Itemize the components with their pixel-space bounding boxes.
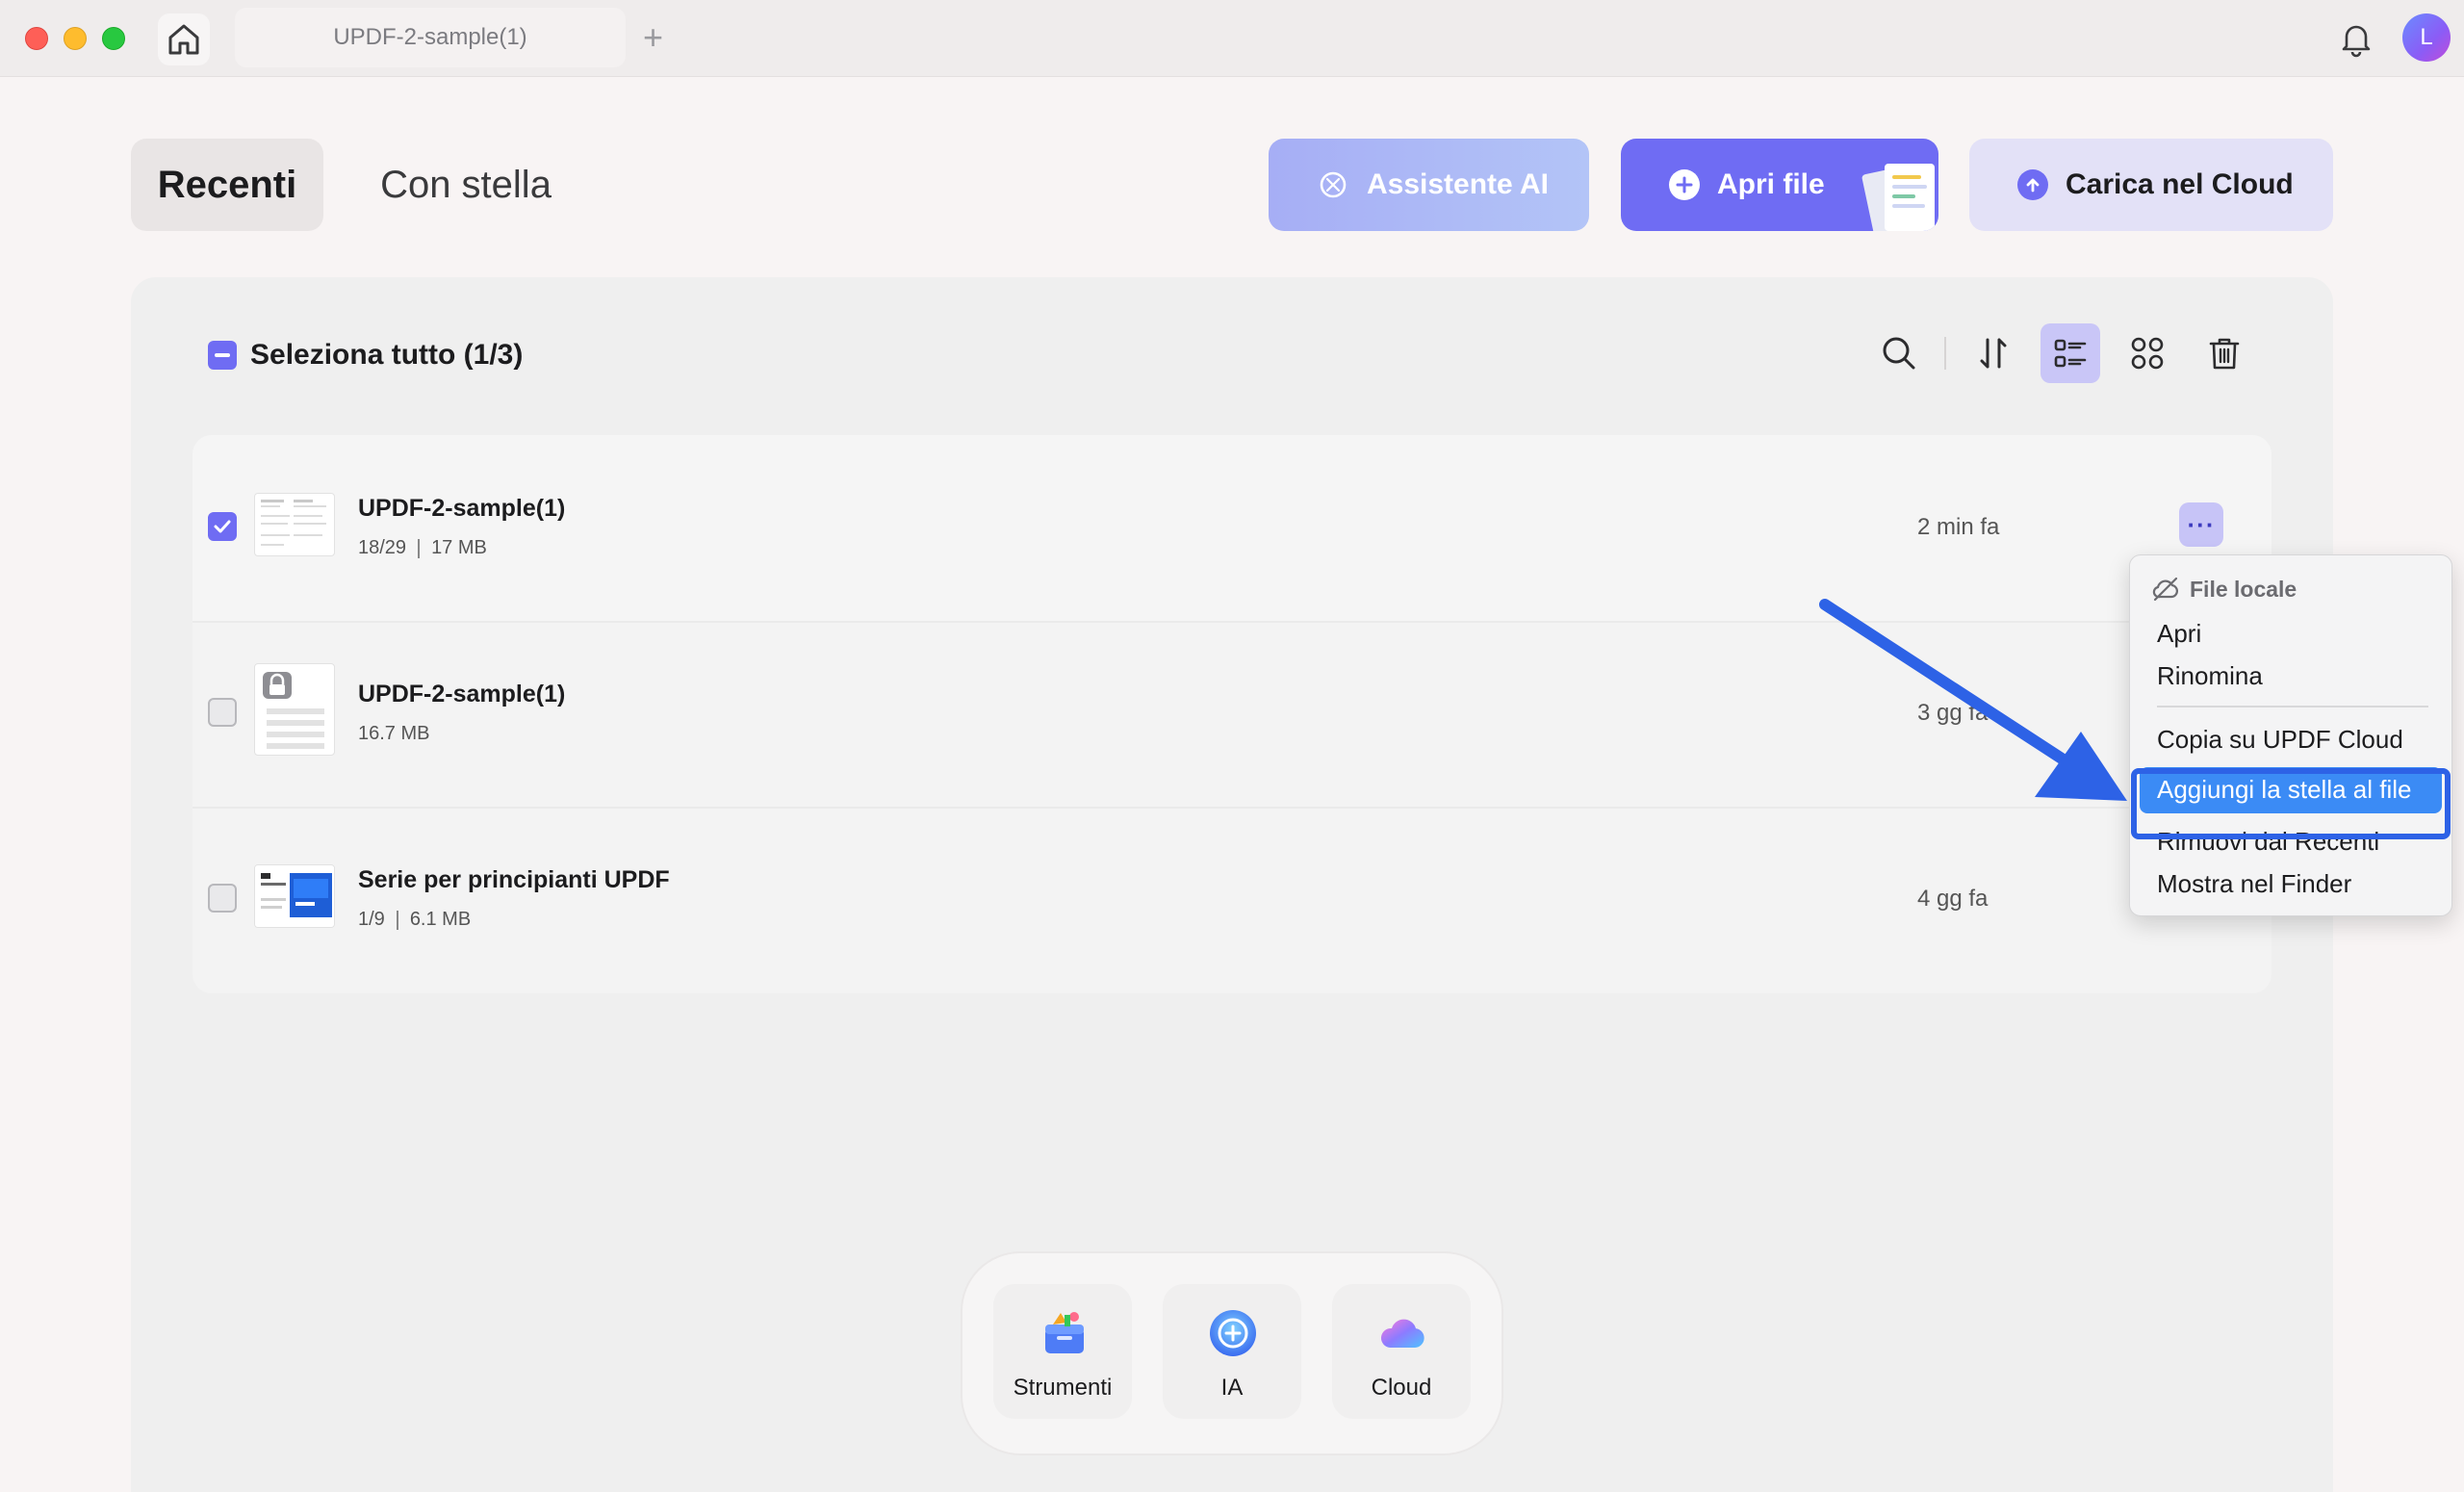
file-row[interactable]: UPDF-2-sample(1) 18/29 17 MB 2 min fa ··… bbox=[192, 435, 2272, 621]
tab-starred[interactable]: Con stella bbox=[350, 139, 581, 231]
list-view-icon bbox=[2054, 339, 2087, 368]
minimize-window-button[interactable] bbox=[64, 27, 87, 50]
document-tab[interactable]: UPDF-2-sample(1) bbox=[235, 8, 626, 67]
tab-recent[interactable]: Recenti bbox=[131, 139, 323, 231]
file-name: UPDF-2-sample(1) bbox=[358, 495, 566, 522]
file-thumbnail bbox=[254, 493, 335, 556]
ai-icon bbox=[1210, 1310, 1256, 1356]
trash-icon bbox=[2209, 338, 2240, 370]
file-name: Serie per principianti UPDF bbox=[358, 866, 670, 893]
open-file-button[interactable]: Apri file bbox=[1621, 139, 1938, 231]
meta-separator bbox=[396, 910, 398, 930]
ai-assistant-label: Assistente AI bbox=[1367, 168, 1549, 200]
cloud-icon bbox=[1380, 1319, 1424, 1348]
upload-cloud-label: Carica nel Cloud bbox=[2066, 168, 2294, 200]
plus-icon: + bbox=[643, 17, 664, 57]
avatar-initial: L bbox=[2420, 24, 2433, 50]
meta-separator bbox=[418, 538, 421, 558]
close-window-button[interactable] bbox=[25, 27, 48, 50]
more-options-button[interactable]: ··· bbox=[2179, 502, 2223, 547]
tab-recent-label: Recenti bbox=[157, 163, 297, 206]
document-tab-title: UPDF-2-sample(1) bbox=[333, 24, 527, 50]
select-all-label: Seleziona tutto (1/3) bbox=[250, 339, 524, 371]
file-pages: 1/9 bbox=[358, 909, 385, 930]
search-button[interactable] bbox=[1869, 323, 1929, 383]
dock-cloud-label: Cloud bbox=[1371, 1375, 1432, 1401]
ellipsis-icon: ··· bbox=[2187, 509, 2216, 539]
context-menu: File locale Apri Rinomina Copia su UPDF … bbox=[2129, 554, 2452, 916]
file-row[interactable]: Serie per principianti UPDF 1/9 6.1 MB 4… bbox=[192, 807, 2272, 992]
file-name: UPDF-2-sample(1) bbox=[358, 681, 566, 707]
cloud-off-icon bbox=[2152, 577, 2178, 602]
menu-item-rename[interactable]: Rinomina bbox=[2157, 661, 2263, 691]
home-icon bbox=[168, 24, 199, 55]
file-meta: 18/29 17 MB bbox=[358, 537, 487, 559]
sort-button[interactable] bbox=[1964, 323, 2023, 383]
file-thumbnail bbox=[254, 864, 335, 928]
dock-tools-label: Strumenti bbox=[1013, 1375, 1113, 1401]
file-meta: 1/9 6.1 MB bbox=[358, 909, 471, 931]
dock-ai-button[interactable]: IA bbox=[1163, 1284, 1301, 1419]
ai-assistant-button[interactable]: Assistente AI bbox=[1269, 139, 1589, 231]
upload-arrow-icon bbox=[2017, 169, 2048, 200]
zoom-window-button[interactable] bbox=[102, 27, 125, 50]
bell-icon bbox=[2342, 25, 2371, 58]
bottom-dock: Strumenti IA Cloud bbox=[962, 1253, 1502, 1453]
menu-item-copy-cloud[interactable]: Copia su UPDF Cloud bbox=[2157, 725, 2403, 755]
dock-ai-label: IA bbox=[1220, 1375, 1244, 1401]
file-size: 17 MB bbox=[431, 537, 487, 558]
notifications-button[interactable] bbox=[2335, 17, 2377, 60]
new-tab-button[interactable]: + bbox=[643, 17, 663, 58]
menu-item-show-finder[interactable]: Mostra nel Finder bbox=[2157, 869, 2351, 899]
file-size: 6.1 MB bbox=[409, 909, 472, 930]
upload-cloud-button[interactable]: Carica nel Cloud bbox=[1969, 139, 2333, 231]
file-checkbox[interactable] bbox=[208, 512, 237, 541]
open-file-label: Apri file bbox=[1717, 168, 1825, 200]
context-menu-header: File locale bbox=[2151, 575, 2297, 604]
dock-cloud-button[interactable]: Cloud bbox=[1332, 1284, 1471, 1419]
ai-assistant-icon bbox=[1320, 171, 1347, 198]
file-checkbox[interactable] bbox=[208, 698, 237, 727]
annotation-arrow-icon bbox=[1819, 599, 2127, 801]
home-button[interactable] bbox=[158, 13, 210, 65]
select-all-checkbox[interactable] bbox=[208, 341, 237, 370]
file-time: 2 min fa bbox=[1917, 514, 2000, 540]
grid-view-button[interactable] bbox=[2118, 323, 2177, 383]
app-window: UPDF-2-sample(1) + L Recenti Con stella … bbox=[0, 0, 2464, 1492]
annotation-highlight-box bbox=[2131, 768, 2451, 839]
file-time: 4 gg fa bbox=[1917, 886, 1989, 912]
file-thumbnail bbox=[254, 663, 335, 756]
file-pages: 18/29 bbox=[358, 537, 407, 558]
file-checkbox[interactable] bbox=[208, 884, 237, 913]
title-bar: UPDF-2-sample(1) + L bbox=[0, 0, 2464, 77]
plus-circle-icon bbox=[1669, 169, 1700, 200]
select-all-control[interactable]: Seleziona tutto (1/3) bbox=[208, 339, 523, 372]
search-icon bbox=[1883, 337, 1915, 370]
toolbox-icon bbox=[1045, 1312, 1084, 1353]
context-menu-title: File locale bbox=[2190, 576, 2297, 602]
delete-button[interactable] bbox=[2194, 323, 2254, 383]
toolbar-divider bbox=[1944, 337, 1946, 370]
documents-illustration-icon bbox=[1861, 164, 1935, 231]
tab-starred-label: Con stella bbox=[380, 163, 552, 206]
dock-tools-button[interactable]: Strumenti bbox=[993, 1284, 1132, 1419]
file-meta: 16.7 MB bbox=[358, 723, 429, 745]
grid-view-icon bbox=[2131, 337, 2164, 370]
list-view-button[interactable] bbox=[2040, 323, 2100, 383]
checkmark-icon bbox=[214, 520, 231, 533]
user-avatar[interactable]: L bbox=[2402, 13, 2451, 62]
menu-divider bbox=[2157, 706, 2428, 707]
sort-icon bbox=[1980, 338, 2007, 369]
menu-item-open[interactable]: Apri bbox=[2157, 619, 2201, 649]
file-size: 16.7 MB bbox=[358, 723, 430, 744]
